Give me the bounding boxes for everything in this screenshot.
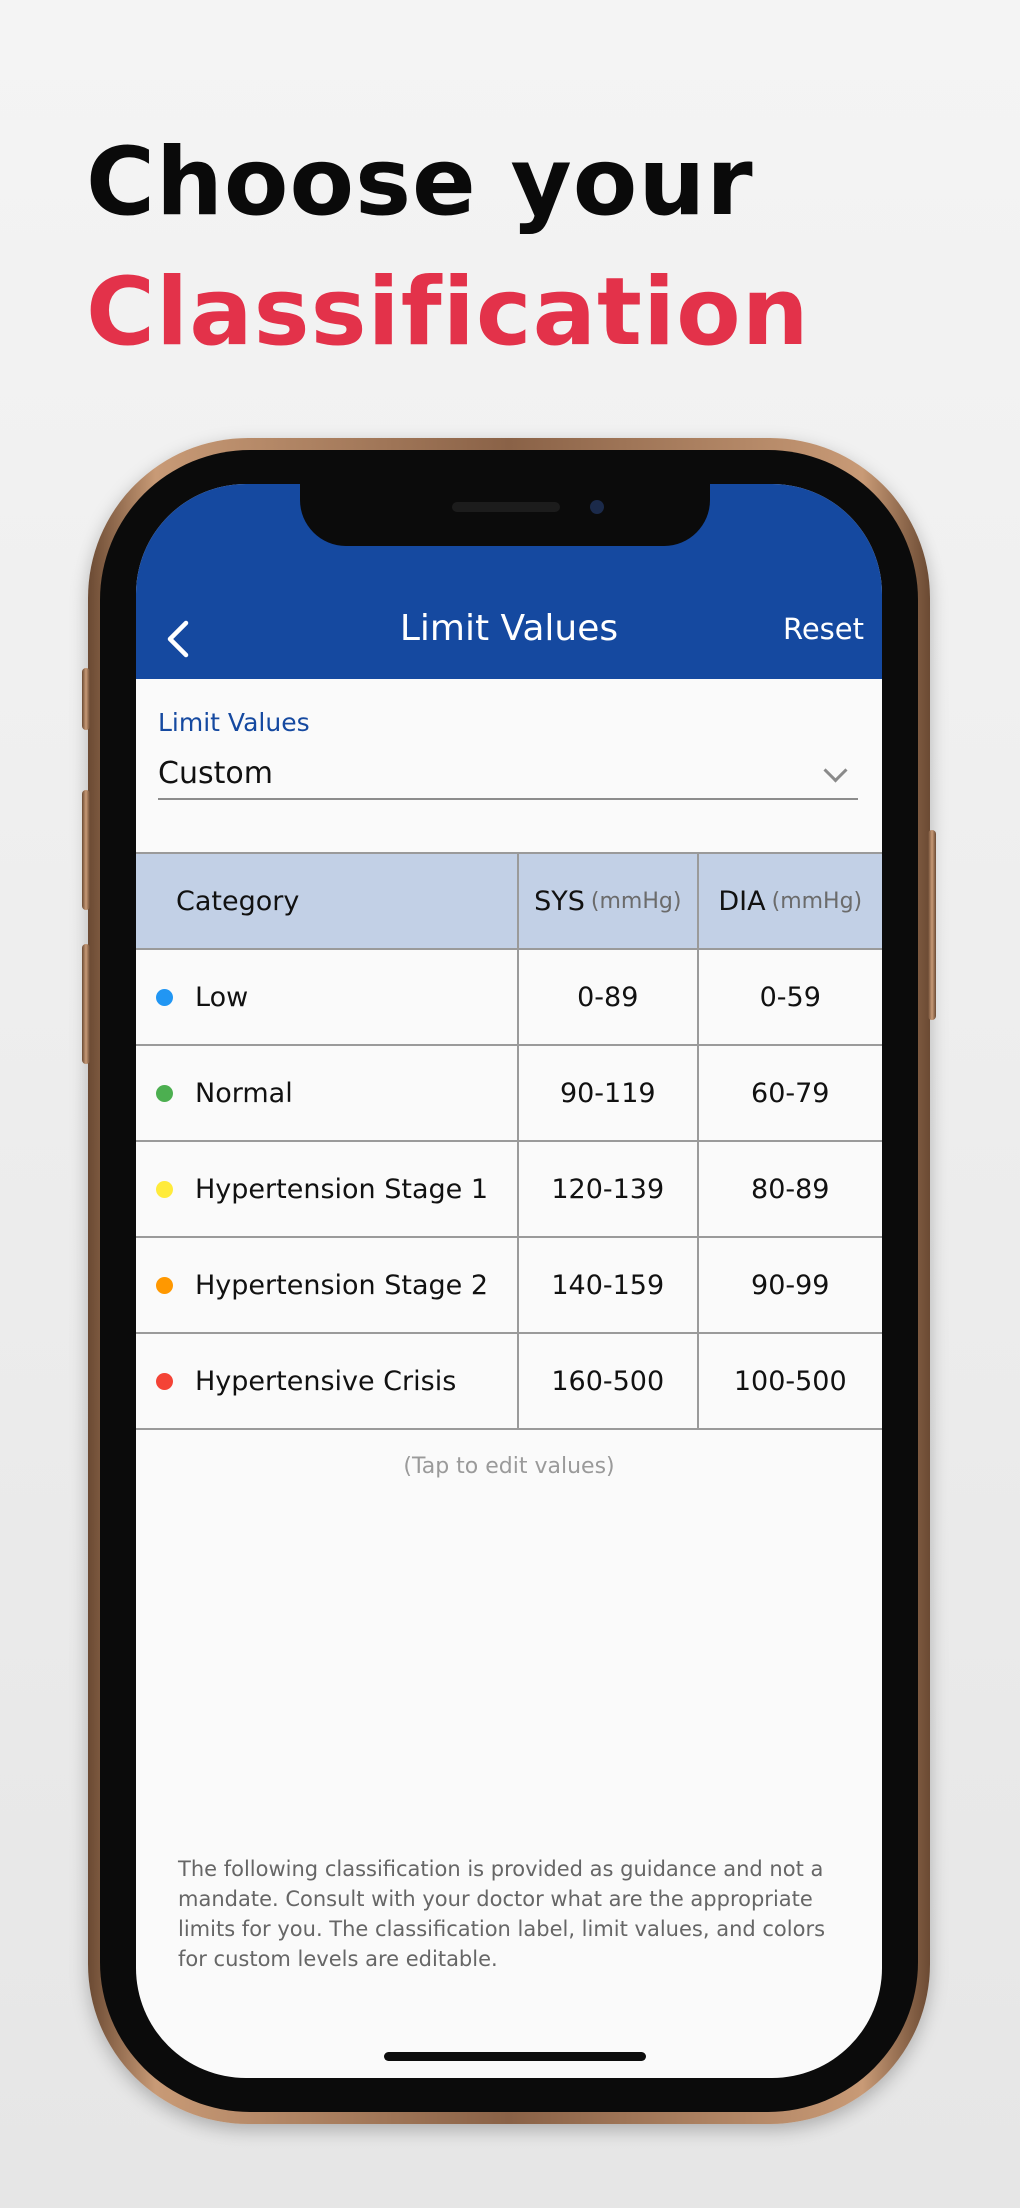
sys-value[interactable]: 0-89 xyxy=(519,950,699,1044)
front-camera xyxy=(590,500,604,514)
marketing-headline: Choose your Classification xyxy=(86,118,810,378)
color-dot-icon xyxy=(156,988,173,1006)
table-row[interactable]: Low 0-89 0-59 xyxy=(136,950,882,1046)
phone-power-button xyxy=(928,830,936,1020)
disclaimer-text: The following classification is provided… xyxy=(178,1857,826,1971)
category-label: Hypertension Stage 1 xyxy=(195,1173,489,1205)
classification-table: Category SYS (mmHg) DIA (mmHg) Low 0-89 … xyxy=(136,852,882,1430)
sys-value[interactable]: 90-119 xyxy=(519,1046,699,1140)
dia-value[interactable]: 90-99 xyxy=(699,1238,882,1332)
color-dot-icon xyxy=(156,1084,173,1102)
category-cell: Hypertensive Crisis xyxy=(136,1334,519,1428)
header-sys-label: SYS xyxy=(534,885,585,917)
app-screen: Limit Values Reset Limit Values Custom C… xyxy=(136,484,882,2078)
header-dia-label: DIA xyxy=(718,885,766,917)
phone-mute-switch xyxy=(82,668,90,730)
dia-value[interactable]: 100-500 xyxy=(699,1334,882,1428)
header-dia: DIA (mmHg) xyxy=(699,854,882,948)
color-dot-icon xyxy=(156,1276,173,1294)
dia-value[interactable]: 80-89 xyxy=(699,1142,882,1236)
nav-title: Limit Values xyxy=(399,608,619,649)
table-row[interactable]: Hypertension Stage 1 120-139 80-89 xyxy=(136,1142,882,1238)
color-dot-icon xyxy=(156,1180,173,1198)
headline-line-2: Classification xyxy=(86,258,810,367)
header-sys-unit: (mmHg) xyxy=(590,888,682,914)
header-dia-unit: (mmHg) xyxy=(771,888,863,914)
header-sys: SYS (mmHg) xyxy=(519,854,699,948)
dropdown-selected-value: Custom xyxy=(158,756,273,791)
dia-value[interactable]: 60-79 xyxy=(699,1046,882,1140)
table-header-row: Category SYS (mmHg) DIA (mmHg) xyxy=(136,852,882,950)
category-cell: Hypertension Stage 2 xyxy=(136,1238,519,1332)
category-cell: Low xyxy=(136,950,519,1044)
table-row[interactable]: Hypertensive Crisis 160-500 100-500 xyxy=(136,1334,882,1430)
category-label: Hypertensive Crisis xyxy=(195,1365,457,1397)
sys-value[interactable]: 120-139 xyxy=(519,1142,699,1236)
header-category: Category xyxy=(136,854,520,948)
color-dot-icon xyxy=(156,1372,173,1390)
tap-hint: (Tap to edit values) xyxy=(403,1454,615,1479)
phone-volume-up-button xyxy=(82,790,90,910)
phone-volume-down-button xyxy=(82,944,90,1064)
home-indicator[interactable] xyxy=(384,2052,646,2061)
table-row[interactable]: Normal 90-119 60-79 xyxy=(136,1046,882,1142)
category-cell: Normal xyxy=(136,1046,519,1140)
sys-value[interactable]: 140-159 xyxy=(519,1238,699,1332)
phone-notch xyxy=(300,484,710,546)
category-cell: Hypertension Stage 1 xyxy=(136,1142,519,1236)
speaker-grille xyxy=(452,502,560,512)
category-label: Hypertension Stage 2 xyxy=(195,1269,489,1301)
table-row[interactable]: Hypertension Stage 2 140-159 90-99 xyxy=(136,1238,882,1334)
headline-line-1: Choose your xyxy=(86,128,754,237)
category-label: Normal xyxy=(195,1077,293,1109)
sys-value[interactable]: 160-500 xyxy=(519,1334,699,1428)
category-label: Low xyxy=(195,981,249,1013)
dia-value[interactable]: 0-59 xyxy=(699,950,882,1044)
limit-values-label: Limit Values xyxy=(158,708,310,737)
limit-values-dropdown[interactable]: Custom xyxy=(158,752,858,800)
reset-button[interactable]: Reset xyxy=(783,608,864,650)
chevron-down-icon xyxy=(823,758,848,783)
